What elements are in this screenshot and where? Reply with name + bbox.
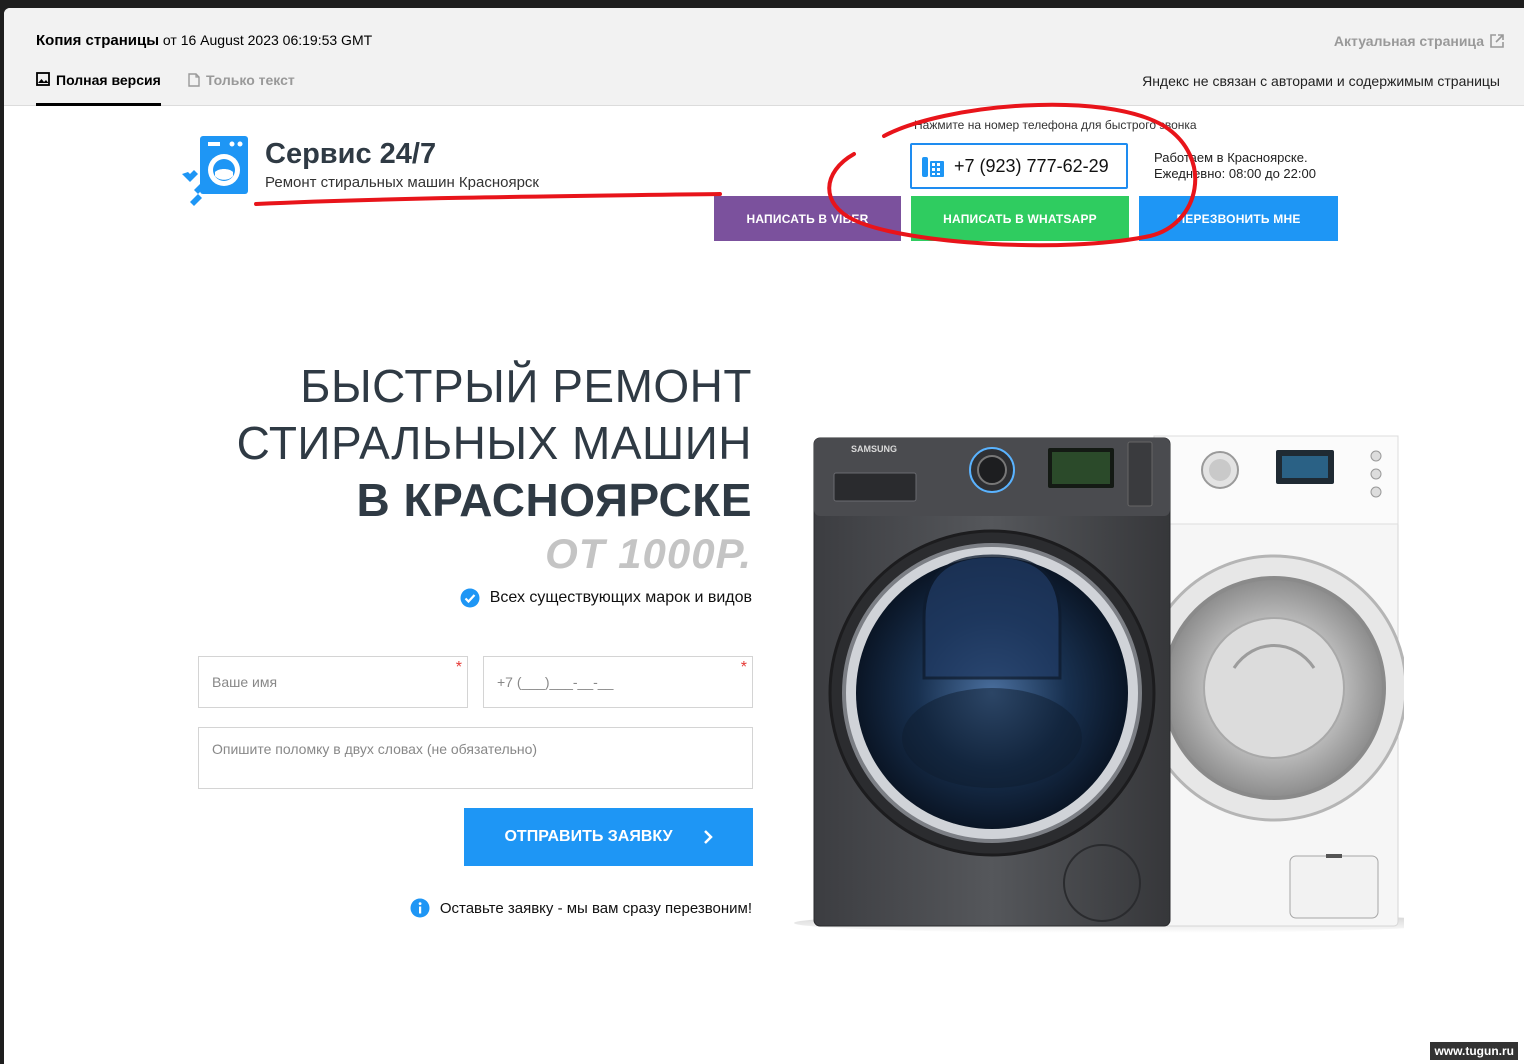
cache-date: от 16 August 2023 06:19:53 GMT bbox=[159, 32, 373, 48]
phone-number: +7 (923) 777-62-29 bbox=[954, 155, 1109, 176]
call-hint: Нажмите на номер телефона для быстрого з… bbox=[914, 118, 1197, 132]
hero-line-2: СТИРАЛЬНЫХ МАШИН bbox=[236, 417, 752, 469]
required-mark: * bbox=[455, 659, 462, 676]
watermark: www.tugun.ru bbox=[1430, 1042, 1518, 1060]
external-link-icon bbox=[1490, 34, 1504, 48]
logo-washing-machine-icon[interactable] bbox=[180, 134, 252, 210]
brands-text: Всех существующих марок и видов bbox=[489, 589, 752, 606]
required-mark: * bbox=[740, 659, 747, 676]
tab-full-version[interactable]: Полная версия bbox=[36, 72, 161, 106]
info-icon bbox=[410, 898, 430, 918]
cache-title-bold: Копия страницы bbox=[36, 32, 160, 49]
tab-full-label: Полная версия bbox=[56, 72, 161, 88]
phone-icon bbox=[922, 157, 944, 177]
phone-placeholder: +7 (___)___-__-__ bbox=[497, 674, 614, 690]
actual-page-link[interactable]: Актуальная страница bbox=[1334, 33, 1504, 49]
tab-text-label: Только текст bbox=[206, 72, 295, 88]
submit-label: ОТПРАВИТЬ ЗАЯВКУ bbox=[504, 828, 673, 845]
brand-name: Сервис 24/7 bbox=[265, 138, 437, 170]
phone-button[interactable]: +7 (923) 777-62-29 bbox=[910, 143, 1128, 189]
hero-line-1: БЫСТРЫЙ РЕМОНТ bbox=[300, 360, 752, 412]
hero-price: ОТ 1000Р. bbox=[545, 530, 752, 577]
machine-brand: SAMSUNG bbox=[851, 444, 897, 454]
work-hours-city: Работаем в Красноярске. bbox=[1154, 150, 1308, 165]
actual-page-label: Актуальная страница bbox=[1333, 33, 1484, 49]
name-input[interactable]: Ваше имя * bbox=[198, 656, 468, 708]
work-hours-time: Ежедневно: 08:00 до 22:00 bbox=[1154, 166, 1316, 181]
image-icon bbox=[36, 72, 50, 86]
brands-line: Всех существующих марок и видов bbox=[460, 588, 752, 608]
brand-subtitle: Ремонт стиральных машин Красноярск bbox=[265, 174, 539, 191]
phone-input[interactable]: +7 (___)___-__-__ * bbox=[483, 656, 753, 708]
submit-button[interactable]: ОТПРАВИТЬ ЗАЯВКУ bbox=[464, 808, 753, 866]
hero-line-3: В КРАСНОЯРСКЕ bbox=[356, 474, 752, 526]
description-placeholder: Опишите поломку в двух словах (не обязат… bbox=[212, 741, 538, 757]
washing-machines-image: SAMSUNG bbox=[794, 435, 1404, 933]
name-placeholder: Ваше имя bbox=[212, 674, 278, 690]
cache-bar: Копия страницы от 16 August 2023 06:19:5… bbox=[4, 8, 1524, 106]
work-hours: Работаем в Красноярске. Ежедневно: 08:00… bbox=[1154, 150, 1316, 182]
hero-title: БЫСТРЫЙ РЕМОНТ СТИРАЛЬНЫХ МАШИН В КРАСНО… bbox=[237, 358, 752, 529]
whatsapp-button[interactable]: Написать в WhatsApp bbox=[911, 196, 1129, 241]
chevron-right-icon bbox=[703, 830, 713, 844]
info-line: Оставьте заявку - мы вам сразу перезвони… bbox=[410, 898, 752, 918]
cache-title: Копия страницы от 16 August 2023 06:19:5… bbox=[36, 32, 372, 49]
browser-page: Копия страницы от 16 August 2023 06:19:5… bbox=[4, 8, 1524, 1064]
check-circle-icon bbox=[460, 588, 480, 608]
viber-button[interactable]: Написать в Viber bbox=[714, 196, 901, 241]
callback-button[interactable]: Перезвонить мне bbox=[1139, 196, 1338, 241]
disclaimer-text: Яндекс не связан с авторами и содержимым… bbox=[1142, 73, 1500, 89]
tab-text-only[interactable]: Только текст bbox=[188, 72, 295, 88]
document-icon bbox=[188, 73, 200, 87]
description-textarea[interactable]: Опишите поломку в двух словах (не обязат… bbox=[198, 727, 753, 789]
info-text: Оставьте заявку - мы вам сразу перезвони… bbox=[439, 899, 752, 917]
